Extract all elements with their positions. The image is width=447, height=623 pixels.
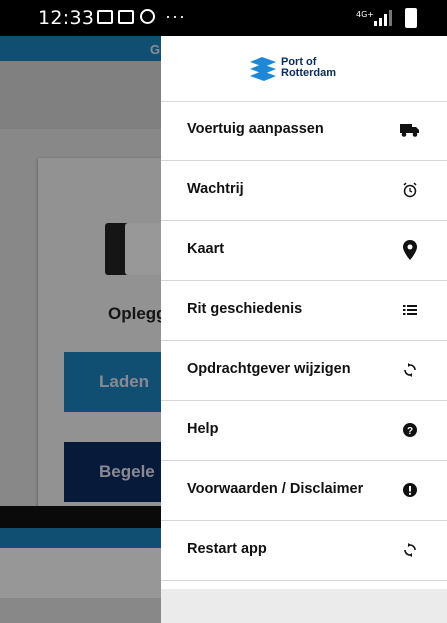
menu-item-voorwaarden-disclaimer[interactable]: Voorwaarden / Disclaimer bbox=[161, 461, 447, 521]
menu-item-voertuig-aanpassen[interactable]: Voertuig aanpassen bbox=[161, 101, 447, 161]
menu-item-label: Opdrachtgever wijzigen bbox=[187, 361, 351, 377]
logo-waves-icon bbox=[250, 57, 276, 81]
sync-icon bbox=[399, 359, 421, 381]
menu-item-label: Help bbox=[187, 421, 219, 437]
navigation-drawer: Port of Rotterdam Voertuig aanpassen Wac… bbox=[161, 36, 447, 623]
notification-icon bbox=[118, 10, 134, 24]
menu-item-label: Restart app bbox=[187, 541, 267, 557]
menu-item-label: Voorwaarden / Disclaimer bbox=[187, 481, 364, 497]
logo-line-2: Rotterdam bbox=[281, 67, 337, 79]
battery-icon bbox=[405, 8, 417, 28]
menu-item-opdrachtgever-wijzigen[interactable]: Opdrachtgever wijzigen bbox=[161, 341, 447, 401]
menu-item-label: Wachtrij bbox=[187, 181, 244, 197]
logo-text: Port of Rotterdam bbox=[281, 57, 336, 79]
svg-text:?: ? bbox=[407, 426, 413, 437]
menu-item-wachtrij[interactable]: Wachtrij bbox=[161, 161, 447, 221]
exclamation-circle-icon bbox=[399, 479, 421, 501]
list-icon bbox=[399, 299, 421, 321]
status-bar: 12:33 ··· 4G+ bbox=[0, 0, 447, 36]
sync-icon bbox=[399, 539, 421, 561]
port-of-rotterdam-logo: Port of Rotterdam bbox=[248, 52, 368, 86]
truck-icon bbox=[399, 119, 421, 141]
menu-item-kaart[interactable]: Kaart bbox=[161, 221, 447, 281]
image-notification-icon bbox=[97, 10, 113, 24]
menu-item-restart-app[interactable]: Restart app bbox=[161, 521, 447, 581]
status-time: 12:33 bbox=[38, 7, 95, 29]
menu-item-label: Rit geschiedenis bbox=[187, 301, 303, 317]
question-circle-icon: ? bbox=[399, 419, 421, 441]
chrome-icon bbox=[140, 9, 155, 24]
drawer-header: Port of Rotterdam bbox=[161, 36, 447, 102]
menu-item-label: Kaart bbox=[187, 241, 225, 257]
alarm-clock-icon bbox=[399, 179, 421, 201]
menu-item-rit-geschiedenis[interactable]: Rit geschiedenis bbox=[161, 281, 447, 341]
map-pin-icon bbox=[399, 239, 421, 261]
menu-item-help[interactable]: Help ? bbox=[161, 401, 447, 461]
menu-item-label: Voertuig aanpassen bbox=[187, 121, 324, 137]
signal-icon bbox=[374, 10, 392, 26]
drawer-footer bbox=[161, 589, 447, 623]
more-notifications-icon: ··· bbox=[165, 6, 186, 26]
